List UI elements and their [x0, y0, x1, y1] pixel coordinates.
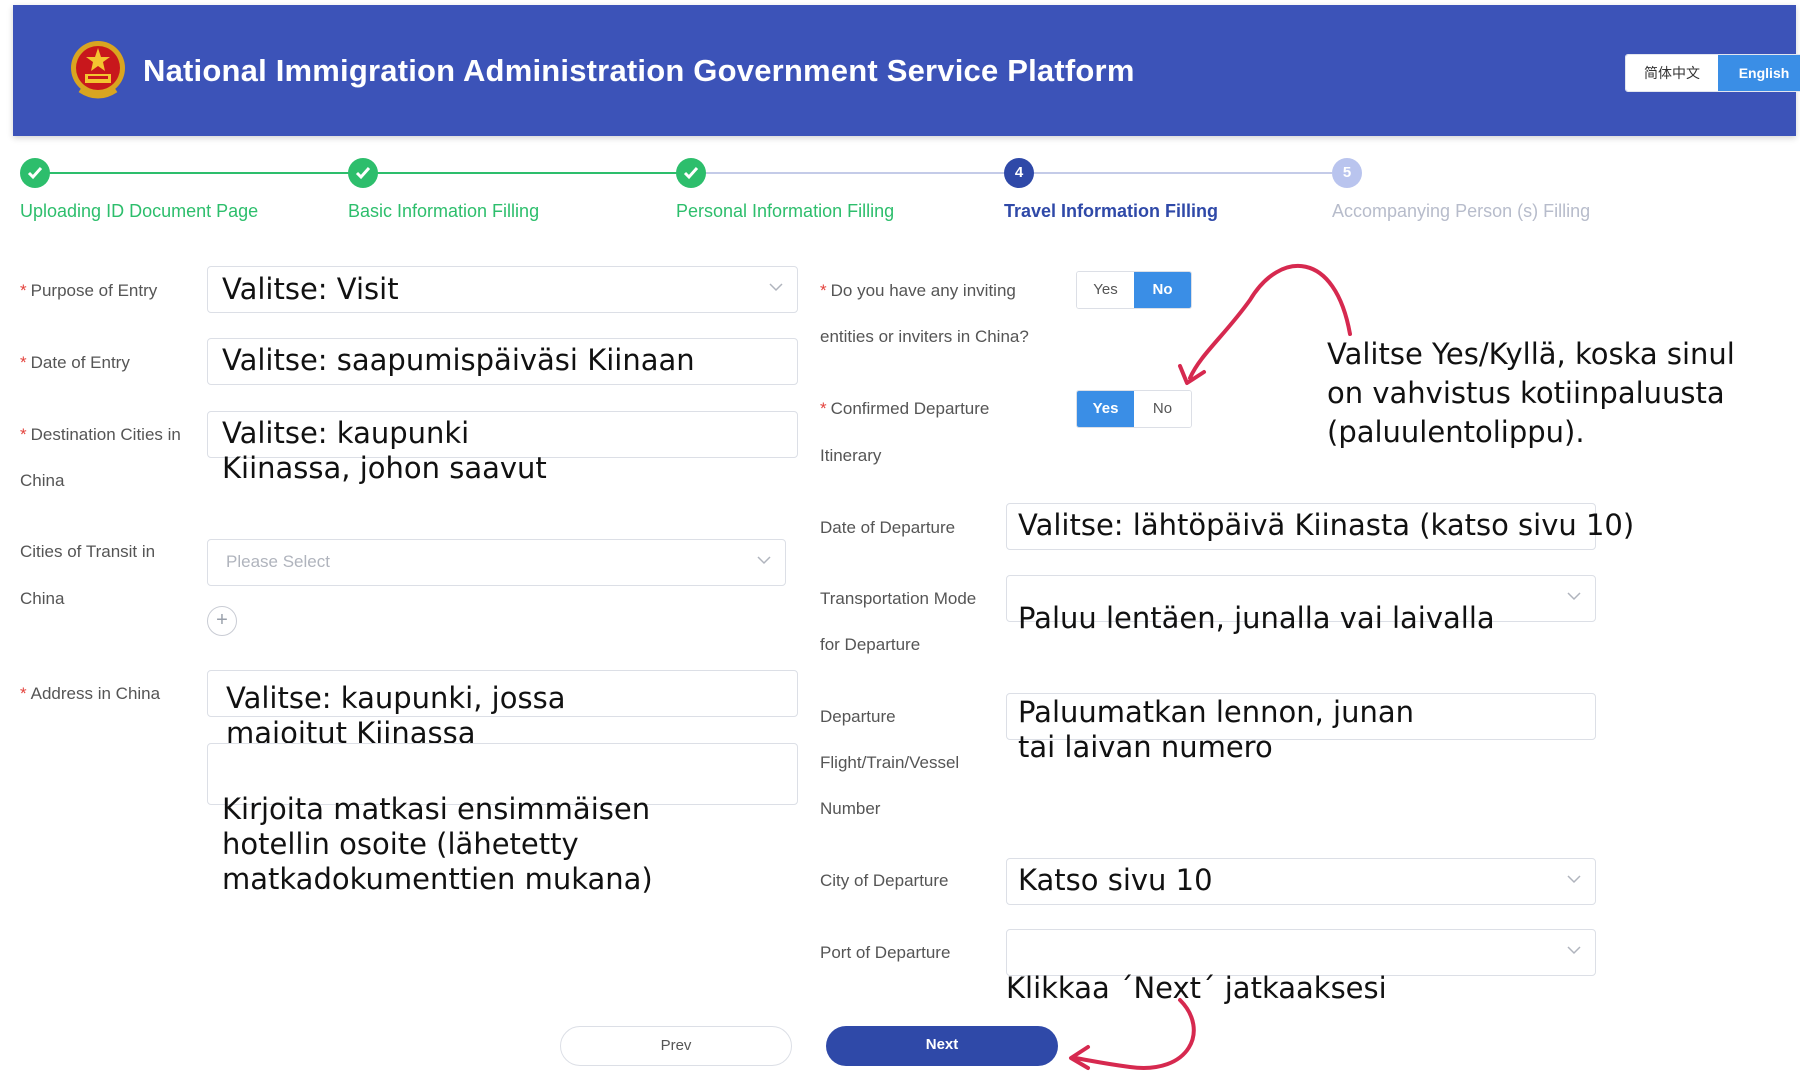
- address-in-china-label-text: Address in China: [30, 684, 161, 703]
- national-emblem-icon: [71, 41, 125, 99]
- date-of-entry-label-text: Date of Entry: [30, 353, 130, 372]
- destination-cities-label-line2: China: [20, 471, 65, 490]
- confirmed-departure-label: * Confirmed Departure: [820, 399, 990, 418]
- chevron-down-icon: [769, 283, 783, 292]
- confirmed-departure-label-line2: Itinerary: [820, 446, 882, 465]
- step-3-label: Personal Information Filling: [676, 201, 895, 221]
- port-of-departure-select[interactable]: [1006, 929, 1596, 976]
- cities-of-transit-placeholder: Please Select: [226, 552, 330, 571]
- confirmed-departure-toggle[interactable]: Yes No: [1076, 390, 1192, 428]
- transportation-mode-label: Transportation Mode: [820, 589, 977, 608]
- purpose-of-entry-value: Valitse: Visit: [222, 272, 399, 306]
- departure-number-label-line2: Flight/Train/Vessel: [820, 753, 960, 772]
- cities-of-transit-label: Cities of Transit in: [20, 542, 156, 561]
- step-4-number: 4: [1004, 158, 1034, 188]
- confirmed-no-option[interactable]: No: [1134, 391, 1191, 427]
- page-title: National Immigration Administration Gove…: [143, 53, 1135, 88]
- step-2-label: Basic Information Filling: [348, 201, 540, 221]
- arrow-to-next-icon: [1073, 998, 1196, 1070]
- arrowhead-yes-icon: [1178, 364, 1206, 385]
- purpose-of-entry-label-text: Purpose of Entry: [30, 281, 158, 300]
- address-in-china-label: * Address in China: [20, 684, 161, 703]
- inviting-entities-label-line1: Do you have any inviting: [830, 281, 1016, 300]
- destination-cities-label-line1: Destination Cities in: [30, 425, 181, 444]
- prev-button[interactable]: Prev: [560, 1026, 792, 1066]
- chevron-down-icon: [1567, 592, 1581, 601]
- next-button[interactable]: Next: [826, 1026, 1058, 1066]
- departure-number-label: Departure: [820, 707, 896, 726]
- hotel-note-line3: matkadokumenttien mukana): [222, 862, 653, 896]
- port-of-departure-label: Port of Departure: [820, 943, 951, 962]
- step-5-number: 5: [1332, 158, 1362, 188]
- inviting-entities-toggle[interactable]: Yes No: [1076, 271, 1192, 309]
- cities-of-transit-select[interactable]: Please Select: [207, 539, 786, 586]
- arrow-to-yes-icon: [1188, 264, 1352, 380]
- transportation-mode-value: Paluu lentäen, junalla vai laivalla: [1018, 601, 1495, 635]
- step-connector: [48, 172, 362, 174]
- chevron-down-icon: [1567, 875, 1581, 884]
- add-transit-city-button[interactable]: +: [207, 606, 237, 636]
- arrowhead-next-icon: [1069, 1045, 1090, 1070]
- lang-chinese-button[interactable]: 简体中文: [1626, 55, 1718, 91]
- chevron-down-icon: [757, 556, 771, 565]
- chevron-down-icon: [1567, 946, 1581, 955]
- destination-cities-label: * Destination Cities in: [20, 425, 181, 444]
- transportation-mode-label-line2: for Departure: [820, 635, 921, 654]
- confirmed-departure-label-line1: Confirmed Departure: [830, 399, 990, 418]
- yes-note-line1: Valitse Yes/Kyllä, koska sinul: [1327, 337, 1735, 371]
- next-note: Klikkaa ´Next´ jatkaaksesi: [1006, 971, 1387, 1005]
- city-of-departure-value: Katso sivu 10: [1018, 863, 1213, 897]
- inviting-entities-label-line2: entities or inviters in China?: [820, 327, 1029, 346]
- step-3-check-icon: [676, 158, 706, 188]
- date-of-entry-value: Valitse: saapumispäiväsi Kiinaan: [222, 343, 695, 377]
- inviting-entities-label: * Do you have any inviting: [820, 281, 1016, 300]
- step-connector: [376, 172, 690, 174]
- yes-note-line3: (paluulentolippu).: [1327, 415, 1585, 449]
- step-2-check-icon: [348, 158, 378, 188]
- cities-of-transit-label-line2: China: [20, 589, 65, 608]
- date-of-departure-value: Valitse: lähtöpäivä Kiinasta (katso sivu…: [1018, 508, 1635, 542]
- purpose-of-entry-label: * Purpose of Entry: [20, 281, 158, 300]
- step-5-label: Accompanying Person (s) Filling: [1332, 201, 1591, 221]
- destination-cities-value-line1: Valitse: kaupunki: [222, 416, 470, 450]
- inviting-yes-option[interactable]: Yes: [1077, 272, 1134, 308]
- departure-number-value-line2: tai laivan numero: [1018, 730, 1273, 764]
- hotel-note-line1: Kirjoita matkasi ensimmäisen: [222, 792, 651, 826]
- step-1-check-icon: [20, 158, 50, 188]
- date-of-entry-label: * Date of Entry: [20, 353, 130, 372]
- date-of-departure-label: Date of Departure: [820, 518, 956, 537]
- header-bar: National Immigration Administration Gove…: [13, 5, 1800, 136]
- language-switch[interactable]: 简体中文 English: [1625, 54, 1800, 92]
- departure-number-value-line1: Paluumatkan lennon, junan: [1018, 695, 1415, 729]
- lang-english-button[interactable]: English: [1718, 55, 1800, 91]
- yes-note-line2: on vahvistus kotiinpaluusta: [1327, 376, 1725, 410]
- inviting-no-option[interactable]: No: [1134, 272, 1191, 308]
- step-1-label: Uploading ID Document Page: [20, 201, 259, 221]
- departure-number-label-line3: Number: [820, 799, 881, 818]
- address-city-value-line1: Valitse: kaupunki, jossa: [226, 681, 566, 715]
- hotel-note-line2: hotellin osoite (lähetetty: [222, 827, 579, 861]
- destination-cities-value-line2: Kiinassa, johon saavut: [222, 451, 547, 485]
- step-connector: [1032, 172, 1332, 174]
- step-connector: [704, 172, 1004, 174]
- confirmed-yes-option[interactable]: Yes: [1077, 391, 1134, 427]
- step-4-label: Travel Information Filling: [1004, 201, 1219, 221]
- city-of-departure-label: City of Departure: [820, 871, 949, 890]
